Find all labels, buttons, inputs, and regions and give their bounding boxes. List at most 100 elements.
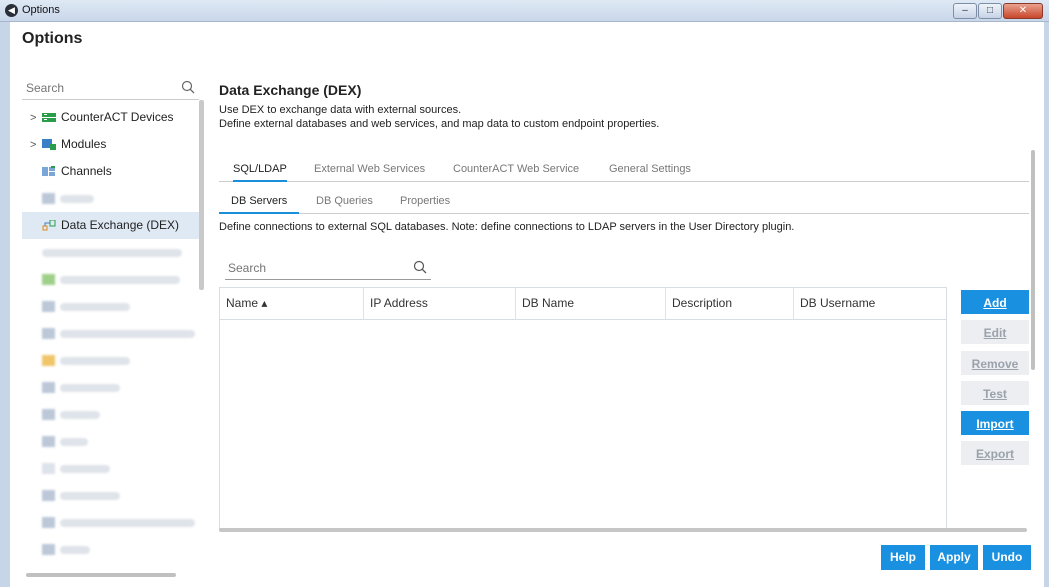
sidebar-item-blurred[interactable] <box>22 185 199 212</box>
blurred-label <box>60 302 130 311</box>
blurred-icon <box>42 490 55 502</box>
sidebar-tree: > CounterACT Devices > Modules Channels Da… <box>22 104 199 563</box>
sub-tabs: DB Servers DB Queries Properties <box>219 190 1029 214</box>
tab-properties[interactable]: Properties <box>400 190 450 214</box>
blurred-label <box>60 383 120 392</box>
page-description-line2: Define external databases and web servic… <box>219 118 660 130</box>
blurred-icon <box>42 409 55 421</box>
column-header-db-name[interactable]: DB Name <box>516 288 666 320</box>
blurred-label <box>60 518 195 527</box>
sidebar-item-label: Modules <box>61 137 107 151</box>
blurred-label <box>60 491 120 500</box>
sidebar-item-blurred[interactable] <box>22 347 199 374</box>
blurred-icon <box>42 517 55 529</box>
window-title: Options <box>22 4 60 16</box>
blurred-icon <box>42 463 55 475</box>
import-button[interactable]: Import <box>961 411 1029 435</box>
sidebar-item-blurred[interactable] <box>22 293 199 320</box>
table-header: Name ▴ IP Address DB Name Description DB… <box>220 288 946 320</box>
window-controls: – □ ✕ <box>952 3 1043 19</box>
test-button[interactable]: Test <box>961 381 1029 405</box>
sidebar-vertical-scrollbar[interactable] <box>199 100 204 290</box>
main-tabs: SQL/LDAP External Web Services CounterAC… <box>219 158 1029 182</box>
tab-general-settings[interactable]: General Settings <box>609 158 691 182</box>
sidebar-search-input[interactable] <box>22 78 172 98</box>
tab-external-web-services[interactable]: External Web Services <box>314 158 425 182</box>
table-search[interactable] <box>225 258 431 280</box>
close-icon[interactable]: ✕ <box>1003 3 1043 19</box>
blurred-icon <box>42 355 55 367</box>
chevron-right-icon[interactable]: > <box>30 105 42 131</box>
sidebar-item-blurred[interactable] <box>22 374 199 401</box>
remove-button[interactable]: Remove <box>961 351 1029 375</box>
column-header-name[interactable]: Name ▴ <box>220 288 364 320</box>
options-heading: Options <box>22 30 83 47</box>
sidebar-item-blurred[interactable] <box>22 239 199 266</box>
blurred-label <box>60 356 130 365</box>
column-header-ip-address[interactable]: IP Address <box>364 288 516 320</box>
title-bar: ◀ Options – □ ✕ <box>0 0 1049 22</box>
app-icon: ◀ <box>5 4 18 17</box>
tab-db-queries[interactable]: DB Queries <box>316 190 373 214</box>
sidebar-item-blurred[interactable] <box>22 482 199 509</box>
blurred-icon <box>42 328 55 340</box>
sidebar-item-blurred[interactable] <box>22 320 199 347</box>
sidebar-item-blurred[interactable] <box>22 266 199 293</box>
sidebar-item-blurred[interactable] <box>22 455 199 482</box>
sidebar-item-blurred[interactable] <box>22 509 199 536</box>
page-description-line1: Use DEX to exchange data with external s… <box>219 104 462 116</box>
blurred-label <box>60 329 195 338</box>
sidebar-item-modules[interactable]: > Modules <box>22 131 199 158</box>
blurred-icon <box>42 544 55 556</box>
dex-icon <box>42 220 56 231</box>
column-header-db-username[interactable]: DB Username <box>794 288 946 320</box>
sidebar-horizontal-scrollbar[interactable] <box>26 573 176 577</box>
tab-counteract-web-service[interactable]: CounterACT Web Service <box>453 158 579 182</box>
main-vertical-scrollbar[interactable] <box>1031 150 1035 370</box>
minimize-icon[interactable]: – <box>953 3 977 19</box>
blurred-icon <box>42 436 55 448</box>
export-button[interactable]: Export <box>961 441 1029 465</box>
blurred-label <box>60 275 180 284</box>
add-button[interactable]: Add <box>961 290 1029 314</box>
section-description: Define connections to external SQL datab… <box>219 221 795 233</box>
column-header-description[interactable]: Description <box>666 288 794 320</box>
sidebar-item-blurred[interactable] <box>22 536 199 563</box>
window-frame-right <box>1044 22 1049 587</box>
db-servers-table: Name ▴ IP Address DB Name Description DB… <box>219 287 947 530</box>
sidebar-item-blurred[interactable] <box>22 428 199 455</box>
search-icon[interactable] <box>181 80 195 94</box>
apply-button[interactable]: Apply <box>930 545 978 570</box>
devices-icon <box>42 113 56 123</box>
blurred-label <box>42 248 182 257</box>
undo-button[interactable]: Undo <box>983 545 1031 570</box>
channels-icon <box>42 166 55 177</box>
tab-sql-ldap[interactable]: SQL/LDAP <box>233 158 287 182</box>
sidebar-item-channels[interactable]: Channels <box>22 158 199 185</box>
page-title: Data Exchange (DEX) <box>219 82 362 98</box>
maximize-icon[interactable]: □ <box>978 3 1002 19</box>
sidebar-item-label: Data Exchange (DEX) <box>61 218 180 232</box>
chevron-right-icon[interactable]: > <box>30 132 42 158</box>
sidebar-item-data-exchange[interactable]: Data Exchange (DEX) <box>22 212 199 239</box>
blurred-label <box>60 464 110 473</box>
blurred-icon <box>42 193 55 205</box>
tab-db-servers[interactable]: DB Servers <box>219 190 300 214</box>
sidebar-item-label: CounterACT Devices <box>61 110 174 124</box>
blurred-label <box>60 437 88 446</box>
table-horizontal-scrollbar[interactable] <box>219 528 1027 532</box>
blurred-icon <box>42 382 55 394</box>
sidebar-item-blurred[interactable] <box>22 401 199 428</box>
table-search-input[interactable] <box>225 258 405 278</box>
blurred-label <box>60 194 94 203</box>
window-frame-left <box>0 22 10 587</box>
sidebar-item-label: Channels <box>61 164 112 178</box>
sidebar-search[interactable] <box>22 78 199 100</box>
blurred-label <box>60 545 90 554</box>
help-button[interactable]: Help <box>881 545 925 570</box>
blurred-label <box>60 410 100 419</box>
blurred-icon <box>42 274 55 286</box>
sidebar-item-counteract-devices[interactable]: > CounterACT Devices <box>22 104 199 131</box>
edit-button[interactable]: Edit <box>961 320 1029 344</box>
search-icon[interactable] <box>413 260 427 274</box>
